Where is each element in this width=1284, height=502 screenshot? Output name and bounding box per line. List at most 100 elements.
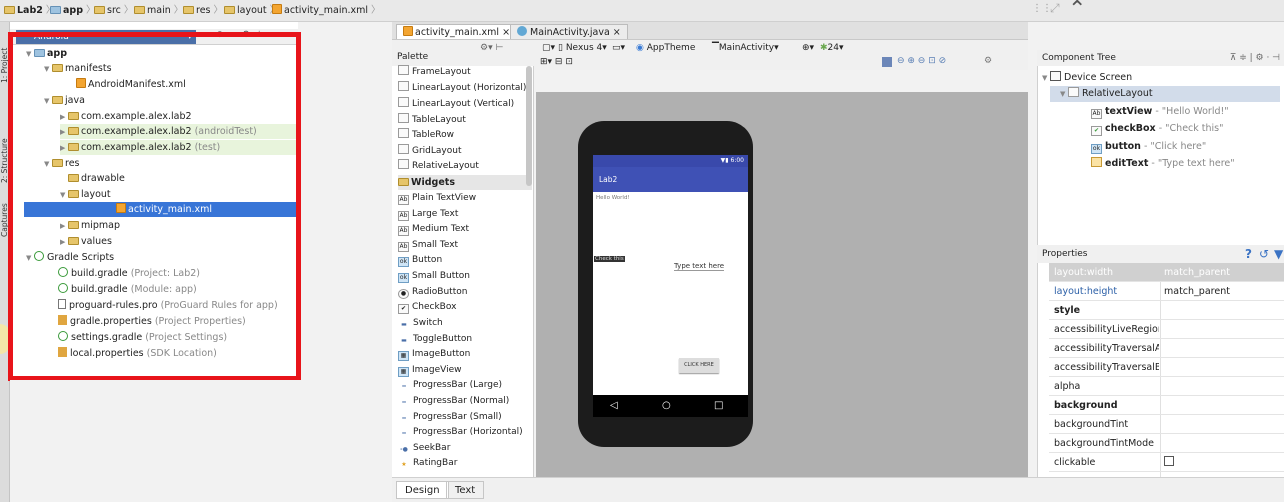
palette-widget[interactable]: -● SeekBar [398,441,532,457]
palette-widget[interactable]: ok Small Button [398,269,532,285]
device-dropdown[interactable]: ▯ Nexus 4▾ [558,43,607,53]
home-icon: ○ [662,400,671,411]
breadcrumb-src[interactable]: src 〉 [94,4,136,18]
expand-icon[interactable]: ⤢ [1050,1,1060,16]
component-checkbox[interactable]: ✔ checkBox - "Check this" [1091,121,1223,137]
undo-icon[interactable]: ↺ [1259,245,1269,263]
preview-checkbox[interactable]: Check this [594,256,625,262]
component-button[interactable]: ok button - "Click here" [1091,139,1206,155]
palette-widget[interactable]: ▦ ImageButton [398,347,532,363]
property-row[interactable]: background [1049,396,1284,415]
palette-category-widgets[interactable]: Widgets [398,175,532,190]
component-relative-layout[interactable]: ▼ RelativeLayout [1050,86,1280,102]
property-row[interactable]: accessibilityTraversalBefc [1049,358,1284,377]
preview-textview[interactable]: Hello World! [596,195,630,201]
property-row[interactable]: accessibilityTraversalAfte [1049,339,1284,358]
folder-icon [134,6,145,14]
property-row[interactable]: style [1049,301,1284,320]
component-textview[interactable]: Ab textView - "Hello World!" [1091,104,1229,120]
phone-app-bar: Lab2 [593,167,748,192]
device-icon [1050,71,1061,81]
tab-main-activity[interactable]: MainActivity.java × [510,24,628,39]
settings-icon[interactable]: ⚙ [984,56,992,66]
palette-item[interactable]: TableLayout [398,113,532,129]
text-view-icon: Ab [398,195,409,205]
tree-toolbar-icons[interactable]: ⊼ ≑ | ⚙ · ⊣ [1230,50,1280,66]
breadcrumb-bar: Lab2〉 app〉 src〉 main〉 res〉 layout〉 activ… [0,0,1284,22]
progress-bar-icon: ━ [402,415,406,422]
palette-widget[interactable]: ▬ Switch [398,316,532,332]
theme-dropdown[interactable]: ◉ AppTheme [636,43,695,53]
preview-edittext[interactable]: Type text here [674,262,725,271]
preview-mode-icon[interactable] [882,57,892,67]
chevron-up-icon[interactable]: ⌃ [1068,0,1086,22]
property-row[interactable]: backgroundTintMode [1049,434,1284,453]
clickable-checkbox[interactable] [1164,456,1174,466]
palette-widget[interactable]: ━ ProgressBar (Small) [398,410,532,426]
palette-widget[interactable]: ✔ CheckBox [398,300,532,316]
activity-dropdown[interactable]: ▔MainActivity▾ [712,43,779,53]
locale-dropdown[interactable]: ⊕▾ [802,43,814,53]
layout-icon [398,128,409,138]
palette-widget[interactable]: ━ ProgressBar (Large) [398,378,532,394]
property-row[interactable]: layout:width match_parent [1049,263,1284,282]
xml-file-icon [272,4,282,14]
palette-widget[interactable]: ━ ProgressBar (Normal) [398,394,532,410]
layout-icon [398,97,409,107]
property-row[interactable]: accessibilityLiveRegion [1049,320,1284,339]
component-edittext[interactable]: editText - "Type text here" [1091,156,1235,172]
layout-icon [398,113,409,123]
palette-widget[interactable]: ▦ ImageView [398,363,532,379]
text-view-icon: Ab [398,242,409,252]
palette-scrollbar[interactable] [526,66,532,186]
config-dropdown[interactable]: ▭▾ [612,43,625,53]
orientation-dropdown[interactable]: ▢▾ [542,43,555,53]
palette-item[interactable]: FrameLayout [398,65,532,81]
text-view-icon: Ab [1091,109,1102,119]
grid-icon[interactable]: ⋮⋮ [1032,3,1052,14]
palette-item[interactable]: LinearLayout (Vertical) [398,97,532,113]
palette-widget[interactable]: ok Button [398,253,532,269]
android-icon: ✱ [820,43,828,53]
component-device-screen[interactable]: ▼ Device Screen [1042,70,1132,86]
properties-header: Properties ? ↺ ▼ [1037,245,1284,263]
layout-toggle-icon[interactable]: ⊞▾ ⊟ ⊡ [540,57,573,67]
breadcrumb-app[interactable]: app 〉 [50,4,99,18]
breadcrumb-main[interactable]: main 〉 [134,4,186,18]
palette-item[interactable]: TableRow [398,128,532,144]
palette-widget[interactable]: ● RadioButton [398,285,532,301]
folder-icon [4,6,15,14]
palette-widget[interactable]: Ab Plain TextView [398,191,532,207]
property-row[interactable]: alpha [1049,377,1284,396]
tab-design[interactable]: Design [396,481,449,499]
palette-widget[interactable]: ★ RatingBar [398,456,532,472]
palette-widget[interactable]: ━ ProgressBar (Horizontal) [398,425,532,441]
text-view-icon: Ab [398,226,409,236]
image-button-icon: ▦ [398,351,409,361]
layout-icon [1068,87,1079,97]
property-row[interactable]: clickable [1049,453,1284,472]
api-dropdown[interactable]: ✱24▾ [820,43,844,53]
palette-widget[interactable]: ▬ ToggleButton [398,332,532,348]
palette-item[interactable]: GridLayout [398,144,532,160]
tab-text[interactable]: Text [446,481,485,499]
property-row[interactable]: layout:height match_parent [1049,282,1284,301]
tab-activity-main[interactable]: activity_main.xml × [396,24,518,39]
property-row[interactable]: backgroundTint [1049,415,1284,434]
palette-header: Palette [392,52,534,66]
palette-item[interactable]: RelativeLayout [398,159,532,175]
seekbar-icon: -● [400,446,408,453]
preview-button[interactable]: CLICK HERE [679,358,719,373]
progress-bar-icon: ━ [402,383,406,390]
palette-widget[interactable]: Ab Medium Text [398,222,532,238]
filter-icon[interactable]: ▼ [1274,245,1283,263]
palette-item[interactable]: LinearLayout (Horizontal) [398,81,532,97]
palette-widget[interactable]: Ab Small Text [398,238,532,254]
breadcrumb-file[interactable]: activity_main.xml 〉 [272,4,384,18]
help-icon[interactable]: ? [1245,245,1252,263]
editor-tab-bar: activity_main.xml × MainActivity.java × [392,22,1028,40]
button-icon: ok [398,273,409,283]
palette-widget[interactable]: Ab Large Text [398,207,532,223]
zoom-icons[interactable]: ⊖ ⊕ ⊖ ⊡ ⊘ [897,56,946,66]
breadcrumb-res[interactable]: res 〉 [183,4,226,18]
